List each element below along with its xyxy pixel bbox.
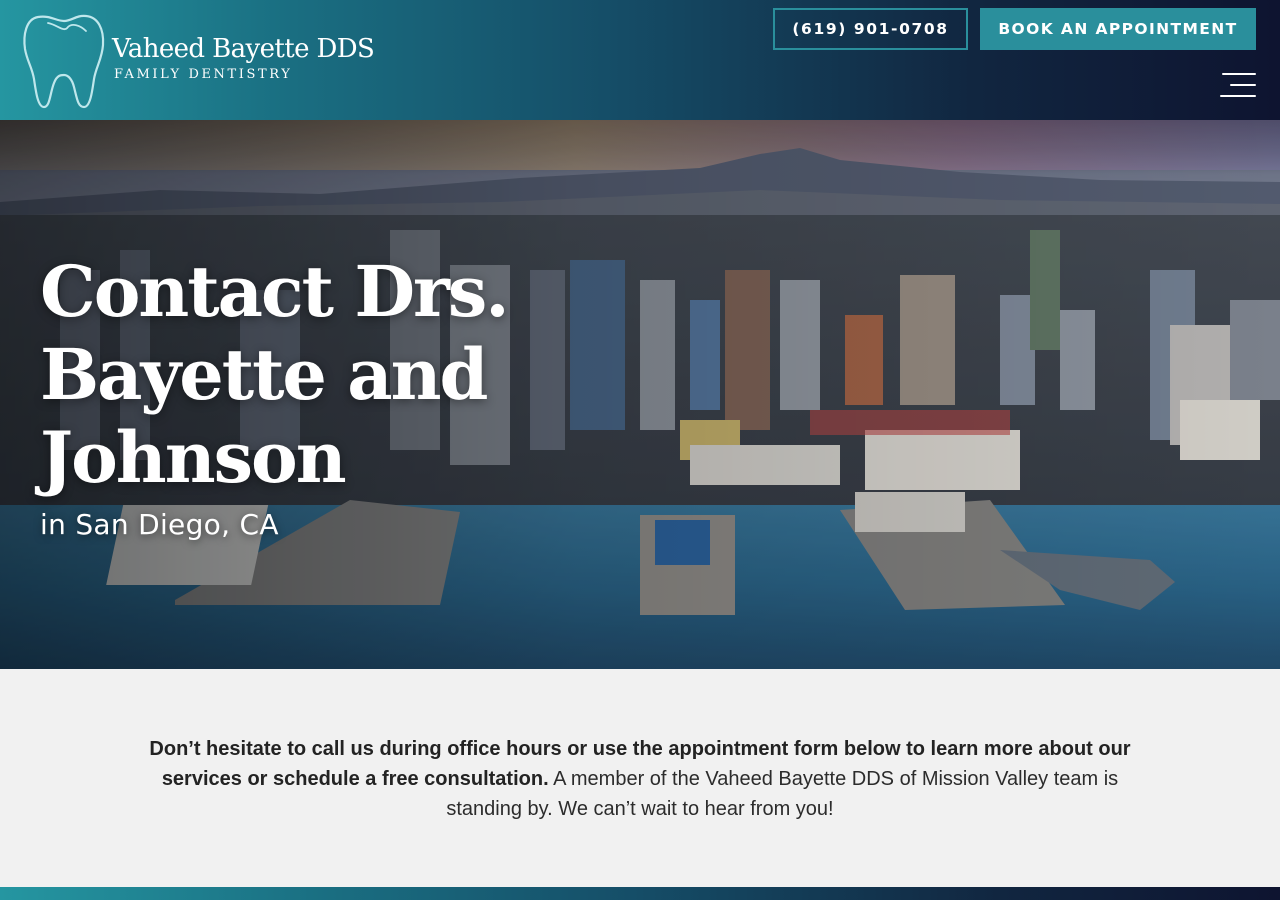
logo-name: Vaheed Bayette DDS: [112, 34, 375, 64]
footer-strip: [0, 887, 1280, 900]
book-appointment-button[interactable]: BOOK AN APPOINTMENT: [980, 8, 1256, 50]
tooth-logo-icon: [23, 14, 105, 109]
menu-line: [1220, 95, 1256, 97]
intro-paragraph: Don’t hesitate to call us during office …: [130, 734, 1150, 824]
menu-line: [1222, 73, 1256, 75]
site-header: Vaheed Bayette DDS FAMILY DENTISTRY (619…: [0, 0, 1280, 120]
logo-subtitle: FAMILY DENTISTRY: [114, 67, 293, 82]
menu-line: [1230, 84, 1256, 86]
hero-subtitle: in San Diego, CA: [40, 508, 279, 541]
phone-button[interactable]: (619) 901-0708: [773, 8, 968, 50]
hamburger-menu-icon[interactable]: [1218, 71, 1258, 103]
contact-intro: Don’t hesitate to call us during office …: [0, 669, 1280, 887]
logo-text: Vaheed Bayette DDS FAMILY DENTISTRY: [112, 34, 375, 82]
hero-banner: Contact Drs. Bayette and Johnson in San …: [0, 120, 1280, 669]
hero-title: Contact Drs. Bayette and Johnson: [40, 250, 510, 499]
site-logo[interactable]: Vaheed Bayette DDS FAMILY DENTISTRY: [22, 13, 375, 109]
